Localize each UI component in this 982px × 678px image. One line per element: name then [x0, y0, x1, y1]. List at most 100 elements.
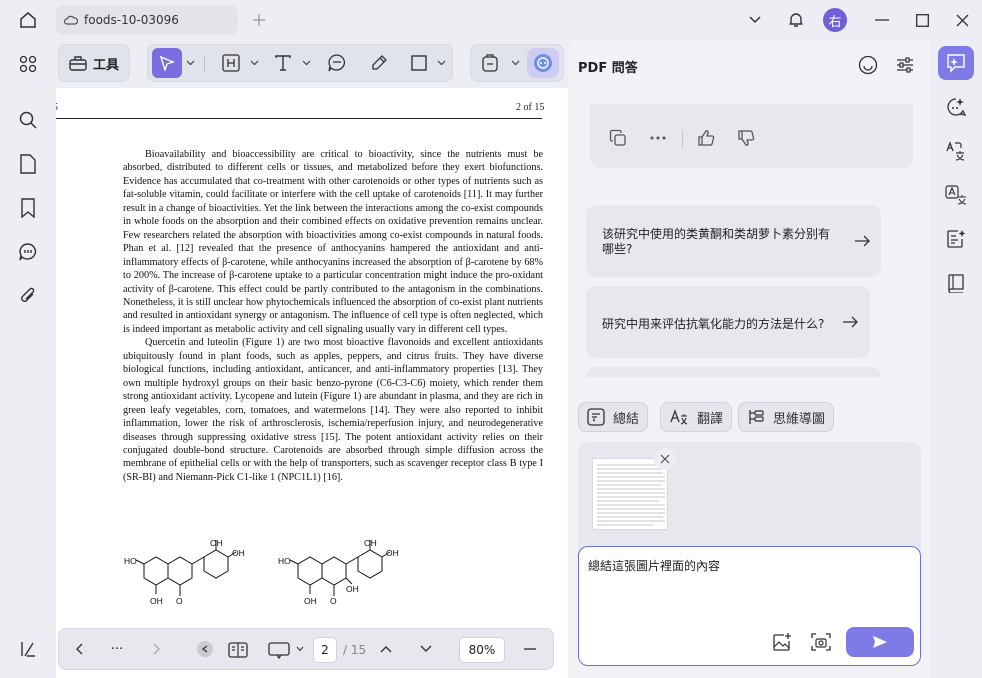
ai-chat-tab-icon[interactable]	[938, 46, 974, 80]
answer-card	[590, 104, 913, 168]
ai-sparkle-chat-icon[interactable]	[938, 90, 974, 124]
translate-doc-icon[interactable]	[938, 178, 974, 212]
header-rule	[56, 118, 542, 119]
chat-input-text: 總結這張圖片裡面的內容	[588, 559, 721, 573]
chip-label: 總結	[613, 411, 640, 427]
suggested-question[interactable]: 研究中用来评估抗氧化能力的方法是什么?	[586, 286, 870, 358]
zoom-out-icon[interactable]	[519, 637, 541, 661]
translate-icon[interactable]	[938, 134, 974, 168]
quercetin-structure: HO OH OH OH O	[124, 538, 245, 606]
suggestion-text: 该研究中使用的类黄酮和类胡萝卜素分别有哪些?	[602, 227, 831, 256]
mol-label: OH	[232, 548, 245, 558]
extra-tools-group	[470, 44, 564, 82]
bookmark-icon[interactable]	[12, 192, 44, 224]
chevron-down-icon[interactable]	[744, 8, 766, 32]
next-icon[interactable]	[145, 637, 169, 661]
bell-icon[interactable]	[784, 8, 808, 32]
tools-button[interactable]: 工具	[58, 44, 130, 82]
current-page-input[interactable]: 2	[313, 637, 337, 663]
mol-label: OH	[304, 596, 317, 606]
shape-tool-icon[interactable]	[406, 50, 432, 76]
screenshot-icon[interactable]	[808, 629, 834, 655]
ai-form-icon[interactable]	[938, 222, 974, 256]
mol-label: OH	[346, 584, 359, 594]
minimize-icon[interactable]	[870, 8, 894, 32]
translate-chip[interactable]: 翻譯	[660, 402, 733, 432]
chevron-down-icon[interactable]	[184, 57, 196, 69]
panel-title: PDF 問答	[578, 61, 638, 76]
select-tool-button[interactable]	[152, 48, 182, 78]
mol-label: OH	[386, 548, 399, 558]
zoom-level-input[interactable]: 80%	[459, 637, 505, 663]
summarize-icon	[587, 408, 605, 426]
paragraph: Quercetin and luteolin (Figure 1) are tw…	[123, 337, 543, 483]
luteolin-structure: HO OH OH OH O OH	[278, 538, 399, 606]
left-sidebar	[0, 40, 56, 678]
heading-tool-icon[interactable]	[218, 50, 244, 76]
attached-image-thumbnail[interactable]	[592, 458, 668, 530]
page-navigation-bar: ··· 2 / 15 80%	[58, 628, 554, 670]
presentation-icon[interactable]	[265, 637, 293, 663]
thumbs-down-icon[interactable]	[734, 126, 758, 150]
document-tab[interactable]: foods-10-03096	[56, 5, 238, 35]
page-header-left: 5	[56, 102, 58, 113]
chat-text-input[interactable]: 總結這張圖片裡面的內容	[578, 546, 921, 666]
mol-label: HO	[124, 556, 137, 566]
comment-tool-icon[interactable]	[324, 50, 350, 76]
settings-sliders-icon[interactable]	[892, 52, 918, 78]
page-layout-icon[interactable]	[225, 637, 251, 663]
mol-label: O	[176, 596, 183, 606]
document-body: Bioavailability and bioaccessibility are…	[123, 148, 543, 484]
mindmap-icon	[747, 408, 765, 426]
suggested-question[interactable]: 该研究中使用的类黄酮和类胡萝卜素分别有哪些?	[586, 205, 881, 277]
mindmap-chip[interactable]: 思維導圖	[738, 402, 835, 432]
search-icon[interactable]	[12, 104, 44, 136]
chevron-down-icon[interactable]	[509, 57, 521, 69]
arrow-right-icon	[840, 312, 860, 332]
text-tool-icon[interactable]	[270, 50, 296, 76]
expand-toggle-icon[interactable]	[197, 641, 213, 657]
chip-label: 翻譯	[697, 411, 724, 427]
summarize-chip[interactable]: 總結	[578, 402, 649, 432]
document-viewer[interactable]: 5 2 of 15 Bioavailability and bioaccessi…	[56, 88, 568, 678]
copy-icon[interactable]	[606, 126, 630, 150]
mol-label: OH	[150, 596, 163, 606]
tab-title: foods-10-03096	[84, 13, 179, 27]
stamp-icon[interactable]	[477, 50, 503, 76]
home-icon[interactable]	[14, 8, 42, 32]
chevron-down-icon[interactable]	[248, 57, 260, 69]
chevron-down-icon[interactable]	[295, 643, 305, 655]
comment-icon[interactable]	[12, 236, 44, 268]
page-down-icon[interactable]	[415, 637, 437, 661]
apps-grid-icon[interactable]	[12, 48, 44, 80]
toolbox-icon	[69, 55, 87, 71]
suggested-question[interactable]	[586, 367, 881, 377]
avatar[interactable]: 右	[823, 8, 847, 32]
attachment-icon[interactable]	[12, 280, 44, 312]
collapse-sidebar-icon[interactable]	[12, 633, 44, 665]
close-icon[interactable]	[950, 8, 974, 32]
mol-label: OH	[210, 538, 223, 548]
edit-tools-group	[147, 44, 453, 82]
history-icon[interactable]	[855, 52, 881, 78]
suggestion-text: 研究中用来评估抗氧化能力的方法是什么?	[602, 317, 825, 331]
page-thumbnail-icon[interactable]	[12, 148, 44, 180]
translate-icon	[669, 408, 689, 426]
chip-label: 思維導圖	[773, 411, 826, 427]
prev-icon[interactable]	[67, 637, 91, 661]
new-tab-plus-icon[interactable]	[248, 8, 270, 32]
thumbs-up-icon[interactable]	[694, 126, 718, 150]
send-button[interactable]	[846, 627, 914, 657]
highlighter-icon[interactable]	[366, 50, 392, 76]
page-up-icon[interactable]	[375, 637, 397, 661]
more-icon[interactable]	[646, 126, 670, 150]
more-button[interactable]: ···	[105, 637, 129, 661]
chevron-down-icon[interactable]	[300, 57, 312, 69]
ai-assistant-icon[interactable]	[527, 48, 559, 78]
add-image-icon[interactable]	[769, 629, 795, 655]
maximize-icon[interactable]	[910, 8, 934, 32]
remove-attachment-icon[interactable]	[654, 448, 676, 470]
book-icon[interactable]	[938, 266, 974, 300]
mol-label: HO	[278, 556, 291, 566]
chevron-down-icon[interactable]	[435, 57, 447, 69]
